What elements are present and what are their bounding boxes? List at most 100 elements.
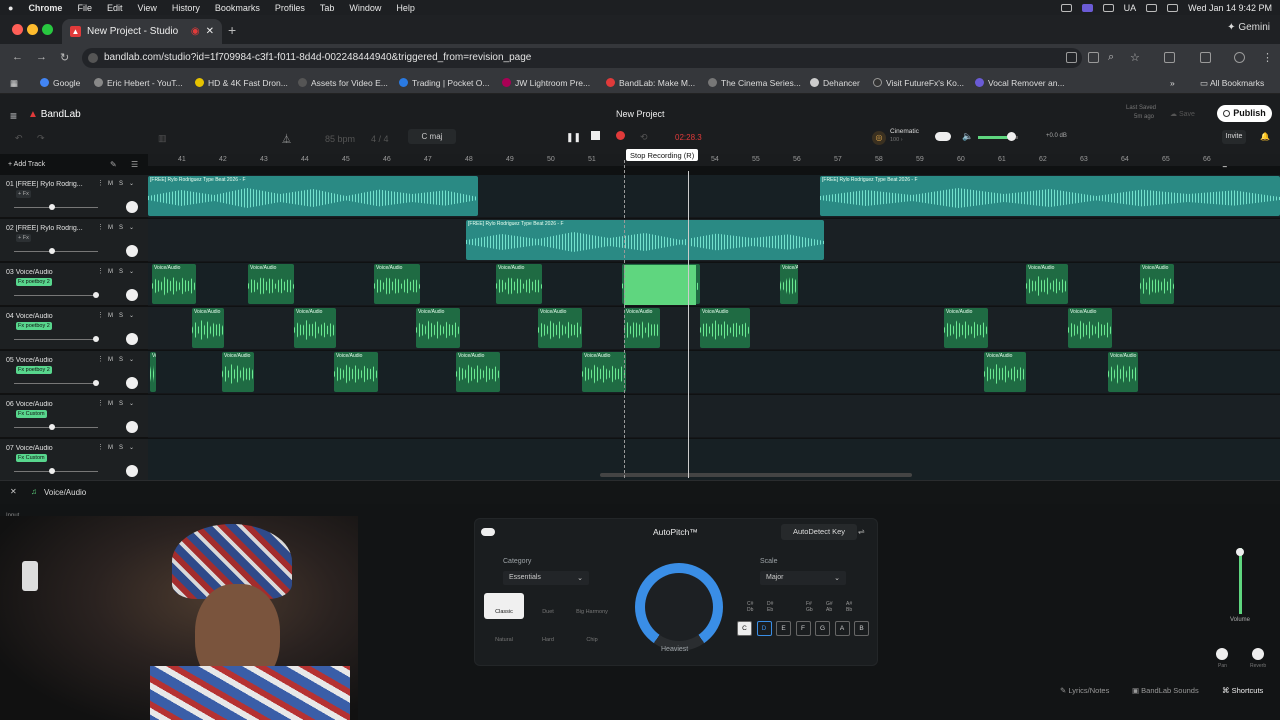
bandlab-sounds-button[interactable]: ▣ BandLab Sounds: [1132, 686, 1199, 695]
track-lane[interactable]: [148, 395, 1280, 438]
sharp-key[interactable]: A# Bb: [846, 601, 852, 613]
extensions-icon[interactable]: [1164, 52, 1175, 63]
address-bar[interactable]: bandlab.com/studio?id=1f709984-c3f1-f011…: [82, 48, 1082, 68]
apps-grid-icon[interactable]: ▦: [10, 78, 18, 89]
bookmark-item[interactable]: Google: [40, 78, 80, 88]
autopitch-toggle[interactable]: [481, 528, 495, 536]
install-app-icon[interactable]: [1088, 52, 1099, 63]
scale-key-b[interactable]: B: [854, 621, 869, 636]
close-editor-icon[interactable]: ✕: [10, 487, 17, 496]
audio-clip[interactable]: Voice/Audio: [456, 352, 500, 392]
fx-badge[interactable]: Fx poetboy 2: [16, 366, 52, 374]
close-window-button[interactable]: [12, 24, 23, 35]
master-volume-handle[interactable]: [1007, 132, 1016, 141]
cloud-icon[interactable]: [1102, 3, 1114, 12]
clock[interactable]: Wed Jan 14 9:42 PM: [1188, 3, 1272, 13]
notification-bell-icon[interactable]: 🔔: [1260, 132, 1270, 141]
bookmark-item[interactable]: The Cinema Series...: [708, 78, 801, 88]
category-natural[interactable]: Natural: [484, 621, 524, 647]
audio-clip[interactable]: Voice/Audio: [1026, 264, 1068, 304]
shortcuts-button[interactable]: ⌘ Shortcuts: [1222, 686, 1263, 695]
pan-knob[interactable]: [1216, 648, 1228, 660]
audio-clip[interactable]: Voice/Audio: [192, 308, 224, 348]
audio-clip[interactable]: Voice/Audio: [1068, 308, 1112, 348]
track-volume-handle[interactable]: [93, 336, 99, 342]
timeline-ruler[interactable]: 4142434445464748495051525354555657585960…: [148, 154, 1280, 166]
scale-key-c[interactable]: C: [737, 621, 752, 636]
track-pan-knob[interactable]: [126, 465, 138, 477]
track-pan-knob[interactable]: [126, 421, 138, 433]
track-volume-slider[interactable]: [14, 427, 98, 428]
track-volume-handle[interactable]: [93, 380, 99, 386]
track-volume-slider[interactable]: [14, 251, 98, 252]
audio-clip[interactable]: Voice/Audio: [1108, 352, 1138, 392]
track-lane[interactable]: [FREE] Rylo Rodriguez Type Beat 2026 - F…: [148, 175, 1280, 218]
audio-clip[interactable]: Voice/Audio: [416, 308, 460, 348]
fx-badge[interactable]: Fx Custom: [16, 454, 47, 462]
fx-badge[interactable]: + Fx: [16, 190, 31, 198]
menu-edit[interactable]: Edit: [107, 3, 123, 13]
bookmark-star-icon[interactable]: ☆: [1130, 51, 1140, 64]
bookmark-item[interactable]: Visit FutureFx's Ko...: [873, 78, 964, 88]
input-language[interactable]: UA: [1124, 3, 1137, 13]
sharp-key[interactable]: G# Ab: [826, 601, 833, 613]
menu-window[interactable]: Window: [349, 3, 381, 13]
track-header[interactable]: 04 Voice/Audio Fx poetboy 2 ⋮ MS⌄: [0, 307, 148, 350]
close-tab-icon[interactable]: ✕: [206, 26, 214, 37]
autodetect-key-button[interactable]: AutoDetect Key: [781, 524, 857, 540]
track-lane[interactable]: Voice/Audio Voice/Audio Voice/Audio Voice/A…: [148, 307, 1280, 350]
reverb-knob[interactable]: [1252, 648, 1264, 660]
battery-icon[interactable]: [1167, 3, 1179, 12]
reload-icon[interactable]: ↻: [60, 51, 69, 64]
track-pan-knob[interactable]: [126, 289, 138, 301]
bookmark-item[interactable]: Dehancer: [810, 78, 860, 88]
track-volume-slider[interactable]: [14, 207, 98, 208]
audio-clip[interactable]: Voice/Audio: [334, 352, 378, 392]
track-menu-icon[interactable]: ⋮: [97, 267, 104, 275]
edit-tool-icon[interactable]: ✎: [110, 160, 117, 169]
sharp-key[interactable]: D# Eb: [767, 601, 773, 613]
audio-clip[interactable]: Voice/Audio: [152, 264, 196, 304]
scale-key-a[interactable]: A: [834, 621, 850, 636]
audio-clip[interactable]: [FREE] Rylo Rodriguez Type Beat 2026 - F: [820, 176, 1280, 216]
publish-button[interactable]: Publish: [1217, 105, 1272, 122]
apple-icon[interactable]: ●: [8, 3, 13, 13]
settings-sliders-icon[interactable]: ⇌: [858, 527, 865, 536]
track-header[interactable]: 06 Voice/Audio Fx Custom ⋮ MS⌄: [0, 395, 148, 438]
hamburger-menu-icon[interactable]: ≡: [10, 109, 17, 123]
track-header[interactable]: 02 [FREE] Rylo Rodrig... + Fx ⋮ MS⌄: [0, 219, 148, 262]
track-menu-icon[interactable]: ⋮: [97, 311, 104, 319]
menu-file[interactable]: File: [77, 3, 92, 13]
preset-name[interactable]: Cinematic: [890, 128, 919, 135]
audio-clip[interactable]: Voice/Audio: [496, 264, 542, 304]
autopitch-knob[interactable]: [645, 573, 713, 641]
menu-bookmarks[interactable]: Bookmarks: [215, 3, 260, 13]
audio-clip[interactable]: [FREE] Rylo Rodriguez Type Beat 2026 - F: [466, 220, 824, 260]
back-arrow-icon[interactable]: ←: [12, 51, 23, 63]
menu-tab[interactable]: Tab: [320, 3, 335, 13]
speaker-icon[interactable]: 🔈: [962, 131, 973, 142]
browser-tab[interactable]: ▲ New Project - Studio ◉ ✕: [62, 19, 222, 44]
invite-button[interactable]: Invite: [1222, 130, 1246, 144]
menu-profiles[interactable]: Profiles: [275, 3, 305, 13]
track-volume-slider[interactable]: [14, 339, 98, 340]
track-menu-icon[interactable]: ⋮: [97, 223, 104, 231]
track-pan-knob[interactable]: [126, 333, 138, 345]
mute-solo-buttons[interactable]: MS⌄: [108, 444, 140, 451]
mastering-toggle[interactable]: [935, 132, 951, 141]
time-signature[interactable]: 4 / 4: [371, 134, 389, 144]
mute-solo-buttons[interactable]: MS⌄: [108, 180, 140, 187]
audio-clip[interactable]: Voice/Audio: [294, 308, 336, 348]
category-duet[interactable]: Duet: [528, 593, 568, 619]
mute-solo-buttons[interactable]: MS⌄: [108, 356, 140, 363]
track-menu-icon[interactable]: ⋮: [97, 399, 104, 407]
track-pan-knob[interactable]: [126, 201, 138, 213]
track-name[interactable]: 01 [FREE] Rylo Rodrig...: [6, 181, 83, 188]
mute-solo-buttons[interactable]: MS⌄: [108, 268, 140, 275]
project-title[interactable]: New Project: [616, 109, 665, 119]
save-button[interactable]: ☁ Save: [1170, 110, 1195, 118]
menu-view[interactable]: View: [137, 3, 156, 13]
track-volume-handle[interactable]: [49, 248, 55, 254]
scale-dropdown[interactable]: Major ⌄: [760, 571, 846, 585]
bookmark-item[interactable]: Eric Hebert - YouT...: [94, 78, 183, 88]
